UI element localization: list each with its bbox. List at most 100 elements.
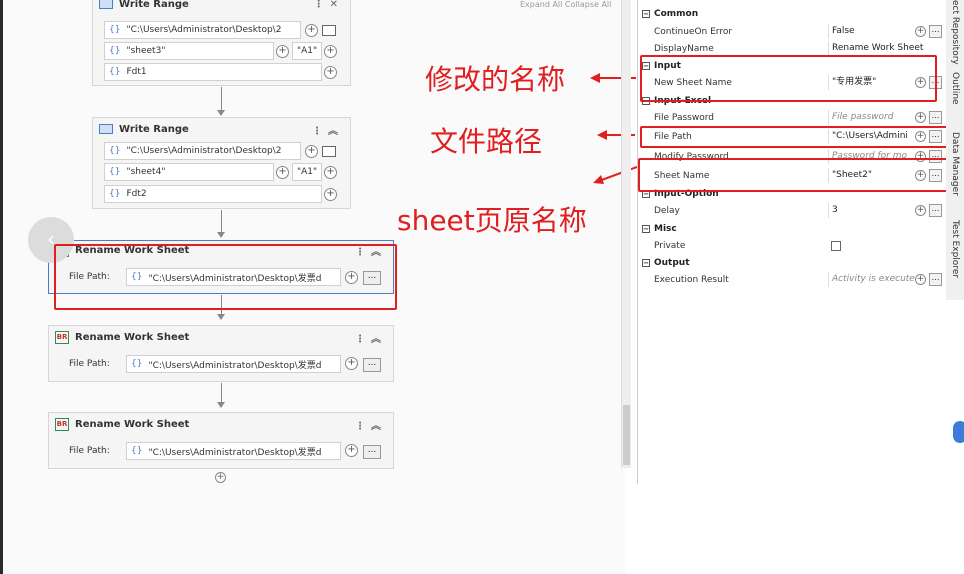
prop-label: File Password: [654, 112, 714, 123]
data-value: Fdt1: [126, 67, 147, 77]
add-icon[interactable]: +: [345, 444, 358, 457]
rename-sheet-card-3[interactable]: BR Rename Work Sheet ⋮︽: [48, 412, 394, 469]
private-checkbox[interactable]: [831, 240, 841, 251]
browse-button[interactable]: ...: [929, 204, 942, 217]
category-label: Output: [654, 257, 690, 268]
sheet-field[interactable]: {} "sheet3": [104, 42, 274, 60]
browse-button[interactable]: ...: [363, 445, 381, 459]
path-field[interactable]: {} "C:\Users\Administrator\Desktop\2: [104, 142, 301, 160]
flow-arrow: [217, 314, 225, 320]
prop-delay[interactable]: Delay 3 +...: [638, 202, 946, 219]
expression-icon: {}: [109, 189, 121, 199]
add-icon[interactable]: +: [324, 188, 337, 201]
file-path-label: File Path:: [69, 359, 110, 369]
category-misc[interactable]: − Misc: [638, 220, 946, 237]
prop-label: Private: [654, 240, 686, 251]
excel-rename-icon: BR: [55, 417, 69, 431]
file-path-field[interactable]: {} "C:\Users\Administrator\Desktop\发票d: [126, 442, 341, 460]
prop-execution-result[interactable]: Execution Result Activity is execute +...: [638, 271, 946, 288]
expand-collapse-links[interactable]: Expand All Collapse All: [520, 0, 611, 9]
flow-connector: [221, 87, 222, 111]
add-icon[interactable]: +: [915, 26, 926, 37]
card-tools-icon[interactable]: ⋮︽: [355, 330, 387, 345]
card-title: Write Range: [119, 123, 189, 135]
add-icon[interactable]: +: [305, 145, 318, 158]
prop-file-password[interactable]: File Password File password +...: [638, 109, 946, 126]
prop-value[interactable]: Rename Work Sheet: [828, 41, 943, 56]
highlight-new-sheet-name: [640, 55, 937, 102]
flow-arrow: [217, 232, 225, 238]
red-arrow-icon: [597, 130, 635, 140]
card-header: Write Range ⋮✕: [93, 0, 350, 15]
add-icon[interactable]: +: [345, 357, 358, 370]
browse-button[interactable]: ...: [929, 25, 942, 38]
category-label: Common: [654, 8, 699, 19]
highlight-rename-card: [54, 244, 397, 310]
add-icon[interactable]: +: [324, 166, 337, 179]
add-icon[interactable]: +: [324, 66, 337, 79]
folder-icon[interactable]: [322, 146, 336, 157]
tab-data-manager[interactable]: Data Manager: [950, 132, 960, 196]
card-title: Write Range: [119, 0, 189, 10]
tab-outline[interactable]: Outline: [950, 72, 960, 105]
collapse-icon[interactable]: −: [642, 258, 650, 267]
browse-button[interactable]: ...: [929, 111, 942, 124]
prop-value[interactable]: 3: [828, 203, 916, 218]
left-edge-strip: [0, 0, 3, 574]
cell-field[interactable]: "A1": [292, 42, 322, 60]
prop-private[interactable]: Private: [638, 237, 946, 254]
browse-button[interactable]: ...: [363, 358, 381, 372]
path-field[interactable]: {} "C:\Users\Administrator\Desktop\2: [104, 21, 301, 39]
card-header: BR Rename Work Sheet ⋮︽: [49, 326, 393, 348]
browse-button[interactable]: ...: [929, 273, 942, 286]
add-icon[interactable]: +: [276, 45, 289, 58]
collapse-icon[interactable]: −: [642, 224, 650, 233]
card-title: Rename Work Sheet: [75, 418, 190, 430]
cell-field[interactable]: "A1": [292, 163, 322, 181]
sheet-field[interactable]: {} "sheet4": [104, 163, 274, 181]
card-tools-icon[interactable]: ⋮︽: [355, 417, 387, 432]
prop-label: ContinueOn Error: [654, 26, 733, 37]
data-field[interactable]: {} Fdt2: [104, 185, 322, 203]
tab-test-explorer[interactable]: Test Explorer: [950, 220, 960, 278]
sheet-value: "sheet3": [126, 46, 166, 56]
prop-value[interactable]: File password: [828, 110, 916, 125]
write-range-icon: [99, 0, 113, 9]
scrollbar-thumb[interactable]: [623, 405, 630, 465]
prop-value[interactable]: Activity is execute: [828, 272, 916, 287]
card-tools-icon[interactable]: ⋮︽: [312, 122, 344, 137]
prop-continue-on-error[interactable]: ContinueOn Error False +...: [638, 23, 946, 40]
add-icon[interactable]: +: [305, 24, 318, 37]
rename-sheet-card-2[interactable]: BR Rename Work Sheet ⋮︽: [48, 325, 394, 382]
card-title: Rename Work Sheet: [75, 331, 190, 343]
add-icon[interactable]: +: [915, 112, 926, 123]
floating-action-button[interactable]: [953, 421, 964, 443]
expression-icon: {}: [131, 359, 143, 369]
card-tools-icon[interactable]: ⋮✕: [314, 0, 344, 10]
tab-project-repository[interactable]: ect Repository: [950, 0, 960, 65]
add-icon[interactable]: +: [915, 205, 926, 216]
canvas-scrollbar[interactable]: [621, 0, 631, 468]
folder-icon[interactable]: [322, 25, 336, 36]
cell-value: "A1": [297, 167, 318, 177]
card-header: BR Rename Work Sheet ⋮︽: [49, 413, 393, 435]
file-path-field[interactable]: {} "C:\Users\Administrator\Desktop\发票d: [126, 355, 341, 373]
flow-connector: [221, 210, 222, 234]
add-activity-icon[interactable]: +: [215, 472, 226, 483]
expression-icon: {}: [109, 67, 121, 77]
red-arrow-icon: [593, 166, 638, 184]
prop-label: Delay: [654, 205, 680, 216]
path-value: "C:\Users\Administrator\Desktop\发票d: [148, 360, 322, 371]
category-common[interactable]: − Common: [638, 5, 946, 22]
flow-arrow: [217, 402, 225, 408]
category-output[interactable]: − Output: [638, 254, 946, 271]
expression-icon: {}: [109, 25, 121, 35]
annotation-file-path: 文件路径: [430, 125, 543, 158]
data-field[interactable]: {} Fdt1: [104, 63, 322, 81]
add-icon[interactable]: +: [915, 274, 926, 285]
add-icon[interactable]: +: [276, 166, 289, 179]
annotation-new-name: 修改的名称: [425, 63, 566, 96]
collapse-icon[interactable]: −: [642, 9, 650, 18]
add-icon[interactable]: +: [324, 45, 337, 58]
prop-value[interactable]: False: [828, 24, 916, 39]
